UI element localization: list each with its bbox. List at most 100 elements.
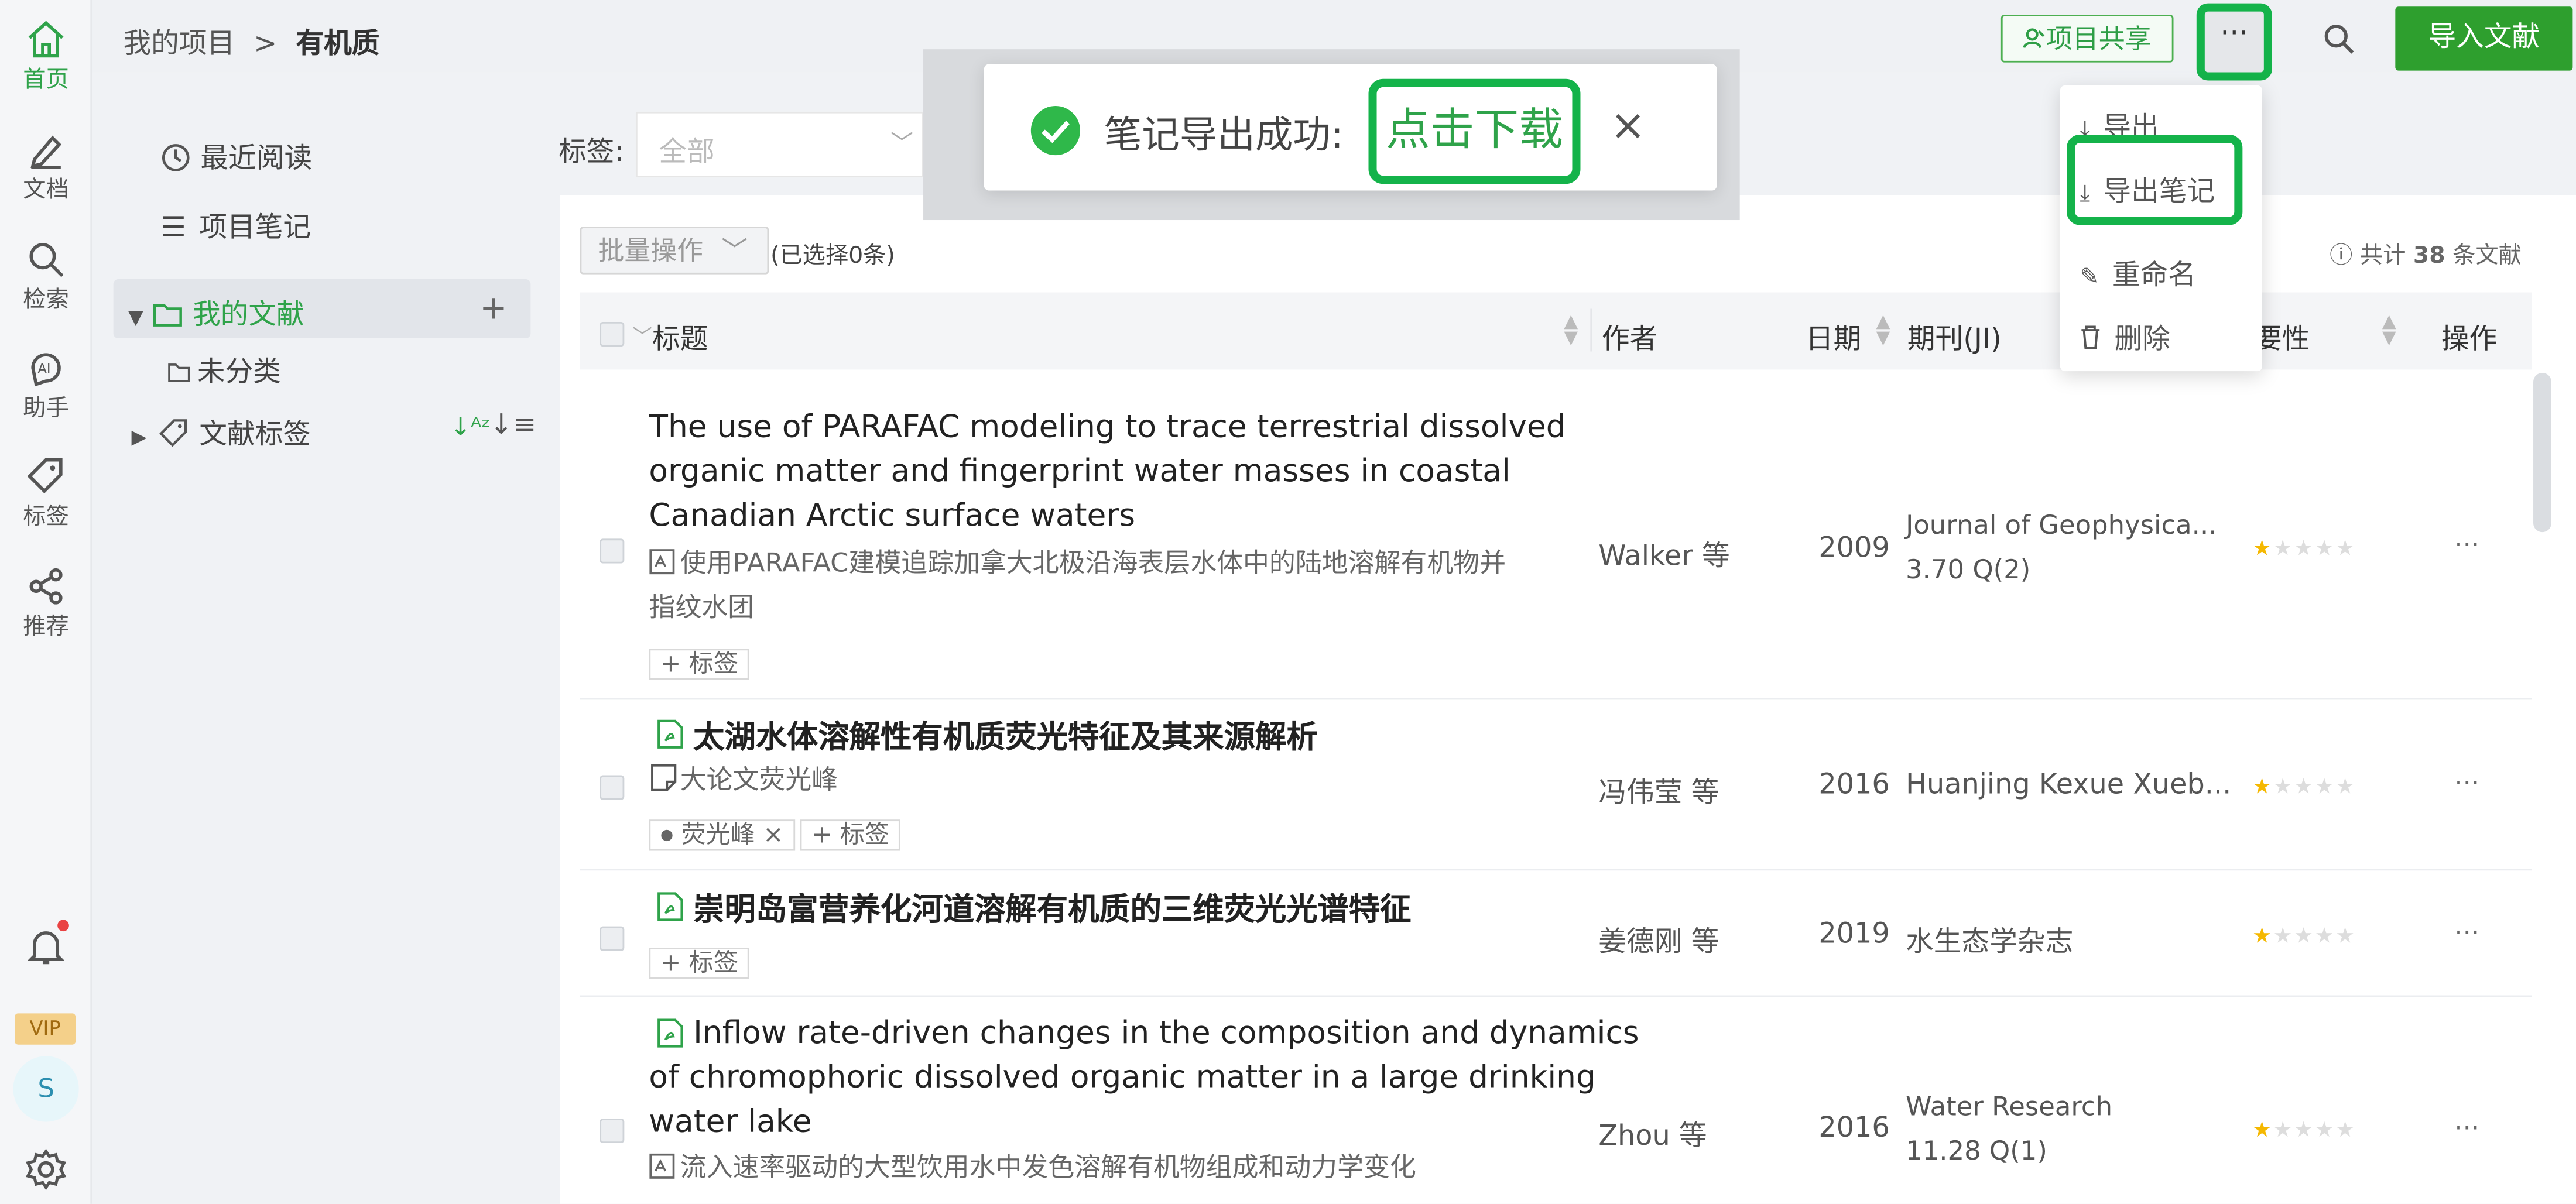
pen-icon	[30, 135, 61, 170]
pdf-icon[interactable]	[657, 719, 683, 749]
pdf-icon[interactable]	[657, 892, 683, 922]
total-count-prefix: 共计	[2359, 243, 2406, 270]
project-share-button[interactable]: 项目共享	[2000, 15, 2174, 63]
breadcrumb-separator: >	[254, 28, 278, 61]
doc-journal[interactable]: Water Research	[1906, 1090, 2112, 1121]
doc-translated-title: 流入速率驱动的大型饮用水中发色溶解有机物组成和动力学变化	[680, 1151, 1416, 1183]
doc-title[interactable]: 崇明岛富营养化河道溶解有机质的三维荧光光谱特征	[693, 885, 1411, 929]
settings-button[interactable]	[0, 1148, 92, 1194]
caret-down-icon[interactable]: ▼	[128, 306, 143, 328]
nav-recommend[interactable]: 推荐	[0, 567, 92, 642]
success-check-icon	[1030, 105, 1081, 156]
nav-search[interactable]: 检索	[0, 240, 92, 315]
col-journal[interactable]: 期刊(JI)	[1907, 315, 2002, 356]
row-checkbox[interactable]	[600, 775, 625, 800]
notifications-button[interactable]	[0, 925, 92, 971]
doc-title[interactable]: Inflow rate-driven changes in the compos…	[649, 1012, 1639, 1145]
close-icon[interactable]: ×	[1610, 102, 1646, 151]
doc-title[interactable]: 太湖水体溶解性有机质荧光特征及其来源解析	[693, 713, 1317, 757]
user-share-icon	[2023, 28, 2046, 49]
row-divider	[580, 698, 2532, 700]
tag-chip[interactable]: ● 荧光峰 ×	[649, 819, 796, 851]
sort-relevance-icon[interactable]: ▲ ▼	[2382, 312, 2396, 347]
col-title[interactable]: 标题	[652, 315, 708, 356]
doc-journal[interactable]: 水生态学杂志	[1906, 918, 2073, 959]
row-more-button[interactable]: ···	[2454, 767, 2479, 798]
sidebar-item-notes-label: 项目笔记	[199, 211, 311, 245]
row-more-button[interactable]: ···	[2454, 917, 2479, 948]
col-relevance[interactable]: 要性	[2254, 315, 2310, 356]
add-tag-button[interactable]: + 标签	[649, 948, 750, 979]
doc-title[interactable]: The use of PARAFAC modeling to trace ter…	[649, 406, 1566, 538]
row-checkbox[interactable]	[600, 538, 625, 564]
row-more-button[interactable]: ···	[2454, 1112, 2479, 1143]
select-all-chevron-icon[interactable]: ﹀	[632, 322, 652, 350]
svg-text:AI: AI	[38, 361, 51, 376]
vip-badge[interactable]: VIP	[15, 1013, 76, 1045]
sidebar-item-recent[interactable]: 最近阅读	[161, 135, 312, 176]
select-all-checkbox[interactable]	[600, 321, 625, 347]
add-tag-label: 标签	[688, 649, 738, 678]
nav-tags[interactable]: 标签	[0, 457, 92, 532]
rating-stars[interactable]: ★★★★★	[2252, 925, 2356, 949]
sidebar-item-doc-tags-label: 文献标签	[199, 419, 311, 452]
sort-az-icon[interactable]: ↓ᴬᶻ	[450, 412, 491, 442]
sidebar-item-uncategorized[interactable]: 未分类	[167, 348, 281, 389]
gear-icon	[26, 1148, 67, 1191]
caret-right-icon[interactable]: ▶	[131, 426, 146, 448]
sidebar-item-notes[interactable]: ☰ 项目笔记	[161, 204, 311, 245]
row-checkbox[interactable]	[600, 926, 625, 951]
top-search-button[interactable]	[2313, 16, 2362, 63]
row-checkbox[interactable]	[600, 1118, 625, 1144]
doc-title-line: organic matter and fingerprint water mas…	[649, 453, 1510, 490]
add-tag-button[interactable]: + 标签	[800, 819, 901, 851]
sidebar-item-doc-tags[interactable]: ▶ 文献标签	[131, 411, 311, 452]
info-icon: ⓘ	[2330, 243, 2353, 270]
row-divider	[580, 995, 2532, 997]
doc-author: Walker 等	[1598, 540, 1730, 574]
doc-subtitle-line: 使用PARAFAC建模追踪加拿大北极沿海表层水体中的陆地溶解有机物并	[680, 547, 1506, 578]
tag-filter-label: 标签:	[559, 136, 624, 170]
note-icon	[651, 764, 677, 791]
tag-filter-value: 全部	[659, 136, 715, 170]
doc-journal[interactable]: Huanjing Kexue Xueb...	[1906, 769, 2231, 801]
import-docs-button[interactable]: 导入文献	[2395, 6, 2573, 71]
share-nodes-icon	[29, 568, 63, 605]
doc-title-line: Inflow rate-driven changes in the compos…	[693, 1015, 1639, 1051]
bell-icon	[27, 931, 65, 965]
add-tag-button[interactable]: + 标签	[649, 649, 750, 680]
add-folder-button[interactable]: +	[479, 287, 507, 327]
batch-actions-button[interactable]: 批量操作 ﹀	[580, 227, 769, 275]
col-date[interactable]: 日期	[1806, 315, 1861, 356]
row-more-button[interactable]: ···	[2454, 529, 2479, 560]
sort-date-icon[interactable]: ▲ ▼	[1876, 312, 1890, 347]
menu-item-delete[interactable]: 删除	[2080, 315, 2170, 356]
nav-assistant[interactable]: AI 助手	[0, 348, 92, 424]
list-scrollbar[interactable]	[2533, 372, 2551, 533]
rating-stars[interactable]: ★★★★★	[2252, 1119, 2356, 1143]
doc-journal[interactable]: Journal of Geophysica...	[1906, 509, 2217, 540]
menu-item-export-notes[interactable]: ⤓ 导出笔记	[2080, 167, 2215, 208]
chevron-down-icon: ﹀	[890, 131, 914, 158]
more-menu-button[interactable]: ···	[2196, 3, 2272, 81]
doc-year: 2016	[1818, 769, 1890, 802]
avatar[interactable]: S	[13, 1056, 79, 1122]
list-icon: ☰	[160, 211, 186, 245]
rating-stars[interactable]: ★★★★★	[2252, 537, 2356, 562]
doc-author: 冯伟莹 等	[1598, 777, 1719, 810]
download-link[interactable]: 点击下载	[1368, 78, 1581, 184]
tag-filter-select[interactable]: 全部 ﹀	[635, 111, 924, 178]
sort-list-icon[interactable]: ↓≡	[489, 409, 536, 442]
sidebar-item-my-docs-row[interactable]: ▼ 我的文献	[128, 291, 304, 332]
rating-stars[interactable]: ★★★★★	[2252, 775, 2356, 800]
batch-actions-label: 批量操作	[598, 235, 704, 266]
add-tag-label: 标签	[688, 948, 738, 977]
breadcrumb-root[interactable]: 我的项目	[123, 28, 235, 61]
home-icon	[28, 20, 64, 58]
nav-docs[interactable]: 文档	[0, 130, 92, 205]
sort-title-icon[interactable]: ▲ ▼	[1564, 312, 1578, 347]
col-author[interactable]: 作者	[1602, 315, 1657, 356]
menu-item-rename[interactable]: ✎ 重命名	[2080, 251, 2196, 292]
nav-home[interactable]: 首页	[0, 20, 92, 95]
close-icon[interactable]: ×	[763, 819, 783, 849]
